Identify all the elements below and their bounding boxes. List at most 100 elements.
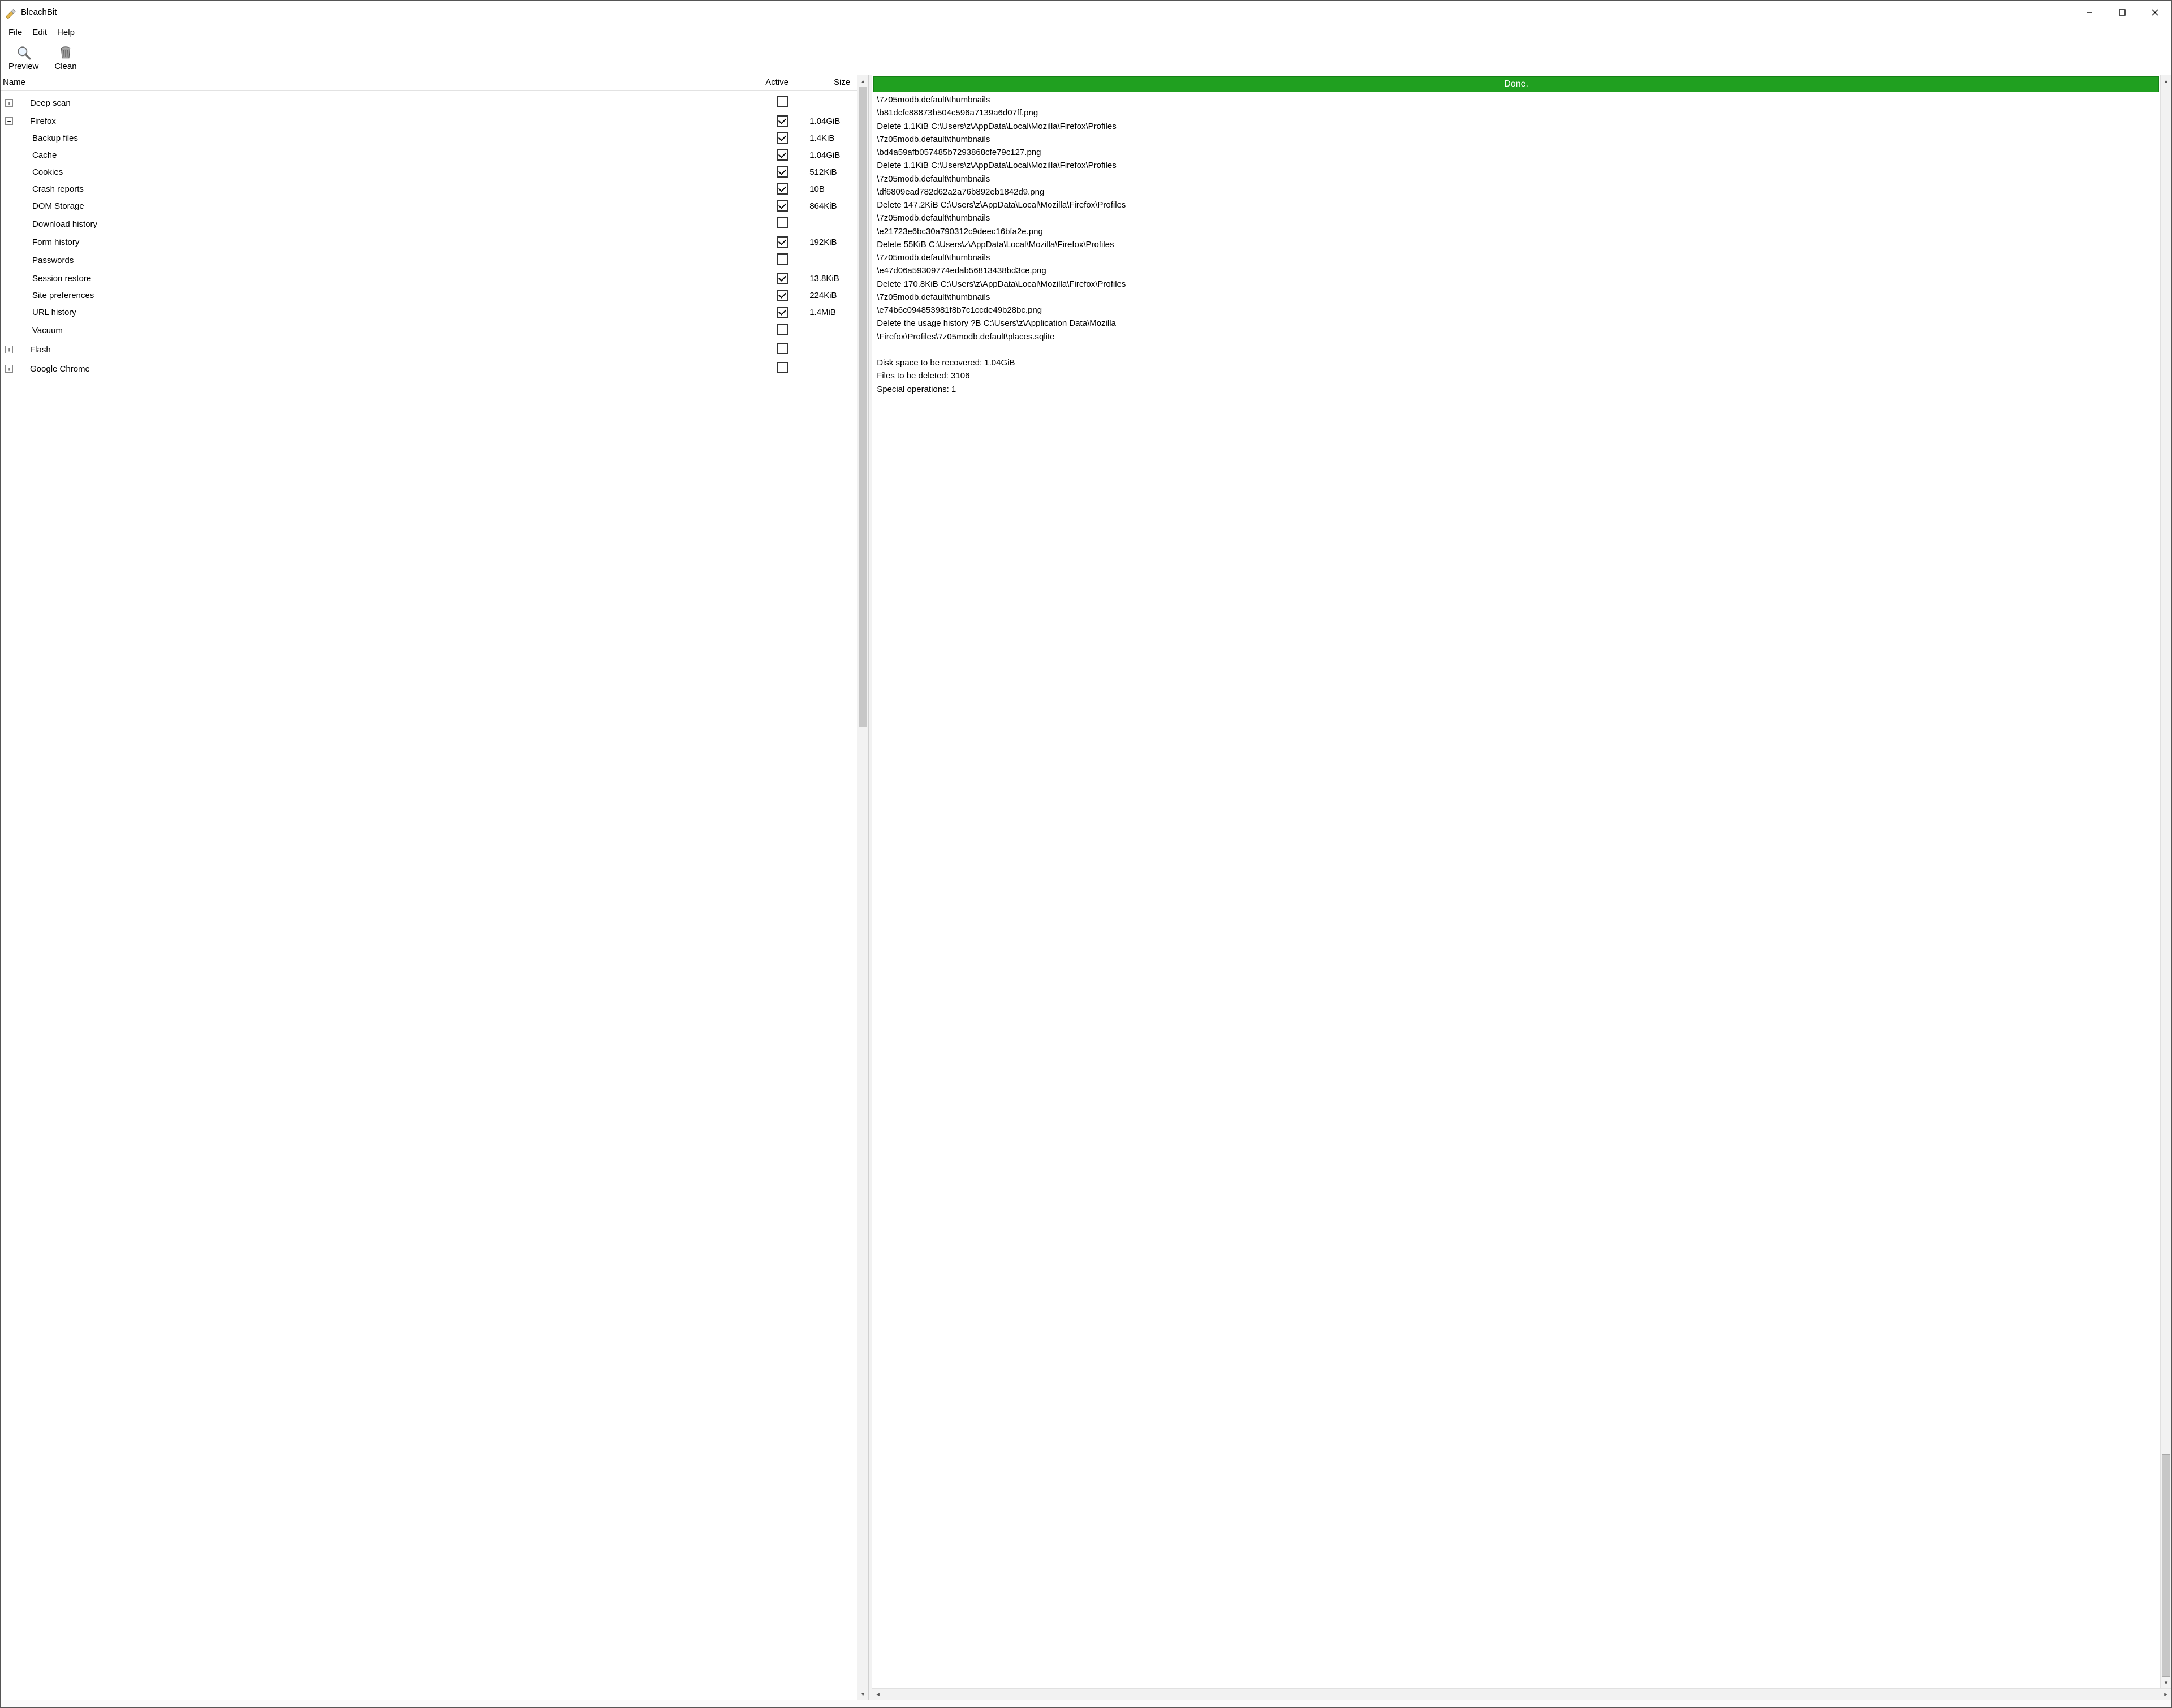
tree-row-ff-pw[interactable]: Passwords [1, 251, 857, 270]
size-value: 1.4KiB [808, 133, 855, 143]
active-checkbox[interactable] [777, 236, 788, 248]
tree-row-ff-crash[interactable]: Crash reports 10B [1, 180, 857, 197]
cleaner-tree-pane: Name Active Size + Deep scan − Firefox 1.04G… [1, 75, 869, 1700]
active-checkbox[interactable] [777, 200, 788, 212]
tree-vertical-scrollbar[interactable]: ▴ ▾ [857, 75, 868, 1700]
tree-row-flash[interactable]: + Flash [1, 340, 857, 359]
active-checkbox[interactable] [777, 166, 788, 178]
expand-icon[interactable]: + [5, 99, 13, 107]
scroll-right-icon[interactable]: ▸ [2160, 1690, 2171, 1698]
tree-row-label: Google Chrome [30, 364, 90, 374]
menu-help-rest: elp [63, 28, 75, 37]
menu-bar: File Edit Help [1, 24, 2171, 42]
column-size[interactable]: Size [807, 77, 854, 87]
tree-row-ff-site[interactable]: Site preferences 224KiB [1, 287, 857, 304]
scroll-thumb[interactable] [859, 87, 867, 727]
preview-button[interactable]: Preview [6, 44, 41, 72]
active-checkbox[interactable] [777, 217, 788, 228]
size-value: 10B [808, 184, 855, 194]
scroll-down-icon[interactable]: ▾ [2161, 1677, 2171, 1688]
tree-row-label: Vacuum [32, 326, 63, 335]
tree-row-ff-form[interactable]: Form history192KiB [1, 234, 857, 251]
toolbar: Preview Clean [1, 42, 2171, 75]
size-value: 224KiB [808, 291, 855, 300]
log-line: Files to be deleted: 3106 [877, 369, 2156, 382]
scroll-up-icon[interactable]: ▴ [2161, 75, 2171, 87]
active-checkbox[interactable] [777, 115, 788, 127]
tree-row-ff-backup[interactable]: Backup files 1.4KiB [1, 130, 857, 146]
active-checkbox[interactable] [777, 307, 788, 318]
tree-row-chrome[interactable]: + Google Chrome [1, 359, 857, 378]
tree-row-label: DOM Storage [32, 201, 84, 211]
clean-label: Clean [54, 62, 76, 71]
expand-icon[interactable]: + [5, 365, 13, 373]
log-line: \7z05modb.default\thumbnails [877, 93, 2156, 106]
log-line: Disk space to be recovered: 1.04GiB [877, 356, 2156, 369]
column-name[interactable]: Name [2, 77, 765, 87]
active-checkbox[interactable] [777, 324, 788, 335]
tree-row-label: Flash [30, 345, 51, 355]
menu-edit[interactable]: Edit [32, 28, 47, 37]
title-bar: BleachBit [1, 1, 2171, 24]
log-line: \7z05modb.default\thumbnails [877, 212, 2156, 225]
size-value: 1.04GiB [808, 150, 855, 160]
app-icon [4, 6, 16, 19]
log-line: \df6809ead782d62a2a76b892eb1842d9.png [877, 186, 2156, 199]
log-line: \7z05modb.default\thumbnails [877, 133, 2156, 146]
active-checkbox[interactable] [777, 362, 788, 373]
tree-row-ff-cache[interactable]: Cache1.04GiB [1, 146, 857, 163]
log-output[interactable]: \7z05modb.default\thumbnails\b81dcfc8887… [872, 92, 2160, 1688]
tree-row-label: Crash reports [32, 184, 84, 194]
size-value: 864KiB [808, 201, 855, 211]
log-line: \e74b6c094853981f8b7c1ccde49b28bc.png [877, 304, 2156, 317]
scroll-thumb[interactable] [2162, 1454, 2170, 1677]
tree-row-deepscan[interactable]: + Deep scan [1, 93, 857, 113]
minimize-button[interactable] [2073, 1, 2106, 24]
log-line: \7z05modb.default\thumbnails [877, 172, 2156, 186]
scroll-left-icon[interactable]: ◂ [872, 1690, 884, 1698]
magnifier-icon [16, 45, 32, 61]
tree-row-ff-sess[interactable]: Session restore13.8KiB [1, 270, 857, 287]
close-button[interactable] [2139, 1, 2171, 24]
tree-row-label: Firefox [30, 117, 56, 126]
tree-row-firefox[interactable]: − Firefox 1.04GiB [1, 113, 857, 130]
tree-row-ff-url[interactable]: URL history1.4MiB [1, 304, 857, 321]
column-active[interactable]: Active [765, 77, 807, 87]
active-checkbox[interactable] [777, 253, 788, 265]
active-checkbox[interactable] [777, 290, 788, 301]
log-line: \7z05modb.default\thumbnails [877, 291, 2156, 304]
clean-button[interactable]: Clean [52, 44, 79, 72]
size-value: 512KiB [808, 167, 855, 177]
log-line [877, 343, 2156, 356]
menu-file-rest: ile [14, 28, 22, 37]
tree-row-label: URL history [32, 308, 76, 317]
progress-label: Done. [1504, 79, 1528, 89]
tree-row-label: Backup files [32, 133, 78, 143]
tree-row-ff-vac[interactable]: Vacuum [1, 321, 857, 340]
log-vertical-scrollbar[interactable]: ▴ ▾ [2160, 75, 2171, 1688]
active-checkbox[interactable] [777, 96, 788, 107]
tree-row-ff-dl[interactable]: Download history [1, 214, 857, 234]
tree-row-label: Deep scan [30, 98, 71, 108]
active-checkbox[interactable] [777, 273, 788, 284]
size-value: 192KiB [808, 238, 855, 247]
tree-row-ff-cookies[interactable]: Cookies512KiB [1, 163, 857, 180]
active-checkbox[interactable] [777, 149, 788, 161]
scroll-up-icon[interactable]: ▴ [857, 75, 868, 87]
tree-row-ff-dom[interactable]: DOM Storage 864KiB [1, 197, 857, 214]
log-horizontal-scrollbar[interactable]: ◂ ▸ [872, 1688, 2171, 1700]
menu-help[interactable]: Help [57, 28, 75, 37]
menu-file[interactable]: File [8, 28, 22, 37]
cleaner-tree[interactable]: + Deep scan − Firefox 1.04GiB Backup files 1.4… [1, 91, 857, 1700]
active-checkbox[interactable] [777, 343, 788, 354]
size-value: 1.04GiB [808, 117, 855, 126]
tree-row-label: Site preferences [32, 291, 94, 300]
collapse-icon[interactable]: − [5, 117, 13, 125]
scroll-down-icon[interactable]: ▾ [857, 1688, 868, 1700]
tree-row-label: Session restore [32, 274, 91, 283]
expand-icon[interactable]: + [5, 346, 13, 353]
maximize-button[interactable] [2106, 1, 2139, 24]
active-checkbox[interactable] [777, 183, 788, 195]
status-bar [1, 1700, 2171, 1707]
active-checkbox[interactable] [777, 132, 788, 144]
